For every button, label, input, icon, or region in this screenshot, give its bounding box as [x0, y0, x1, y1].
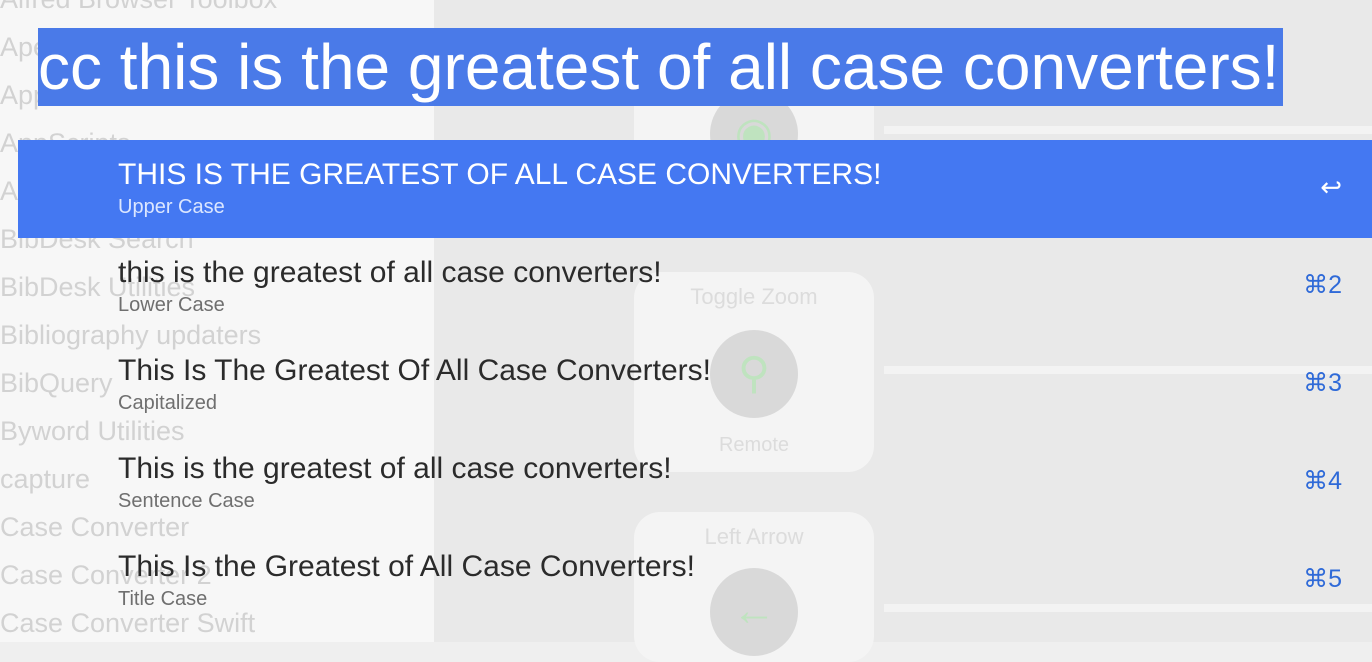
- result-item-sentence-case[interactable]: This is the greatest of all case convert…: [18, 434, 1372, 532]
- result-subtitle: Capitalized: [118, 392, 217, 414]
- result-shortcut: ⌘4: [1303, 467, 1342, 495]
- result-shortcut: ⌘3: [1303, 369, 1342, 397]
- background-list-item: Alfred Browser Toolbox: [0, 0, 277, 15]
- search-query-input[interactable]: cc this is the greatest of all case conv…: [38, 28, 1284, 106]
- result-item-lower-case[interactable]: this is the greatest of all case convert…: [18, 238, 1372, 336]
- results-list: THIS IS THE GREATEST OF ALL CASE CONVERT…: [18, 140, 1372, 630]
- result-item-title-case[interactable]: This Is the Greatest of All Case Convert…: [18, 532, 1372, 630]
- result-title: This Is the Greatest of All Case Convert…: [118, 550, 695, 583]
- result-title: this is the greatest of all case convert…: [118, 256, 662, 289]
- result-shortcut: ⌘2: [1303, 271, 1342, 299]
- background-list-item: A: [0, 176, 19, 206]
- background-divider: [884, 126, 1372, 134]
- result-item-upper-case[interactable]: THIS IS THE GREATEST OF ALL CASE CONVERT…: [18, 140, 1372, 238]
- return-key-icon: ↩: [1320, 172, 1342, 202]
- result-shortcut: ⌘5: [1303, 565, 1342, 593]
- result-subtitle: Upper Case: [118, 196, 225, 218]
- result-subtitle: Sentence Case: [118, 490, 255, 512]
- result-title: THIS IS THE GREATEST OF ALL CASE CONVERT…: [118, 158, 882, 191]
- result-item-capitalized[interactable]: This Is The Greatest Of All Case Convert…: [18, 336, 1372, 434]
- result-title: This Is The Greatest Of All Case Convert…: [118, 354, 711, 387]
- result-subtitle: Lower Case: [118, 294, 225, 316]
- result-title: This is the greatest of all case convert…: [118, 452, 672, 485]
- result-subtitle: Title Case: [118, 588, 208, 610]
